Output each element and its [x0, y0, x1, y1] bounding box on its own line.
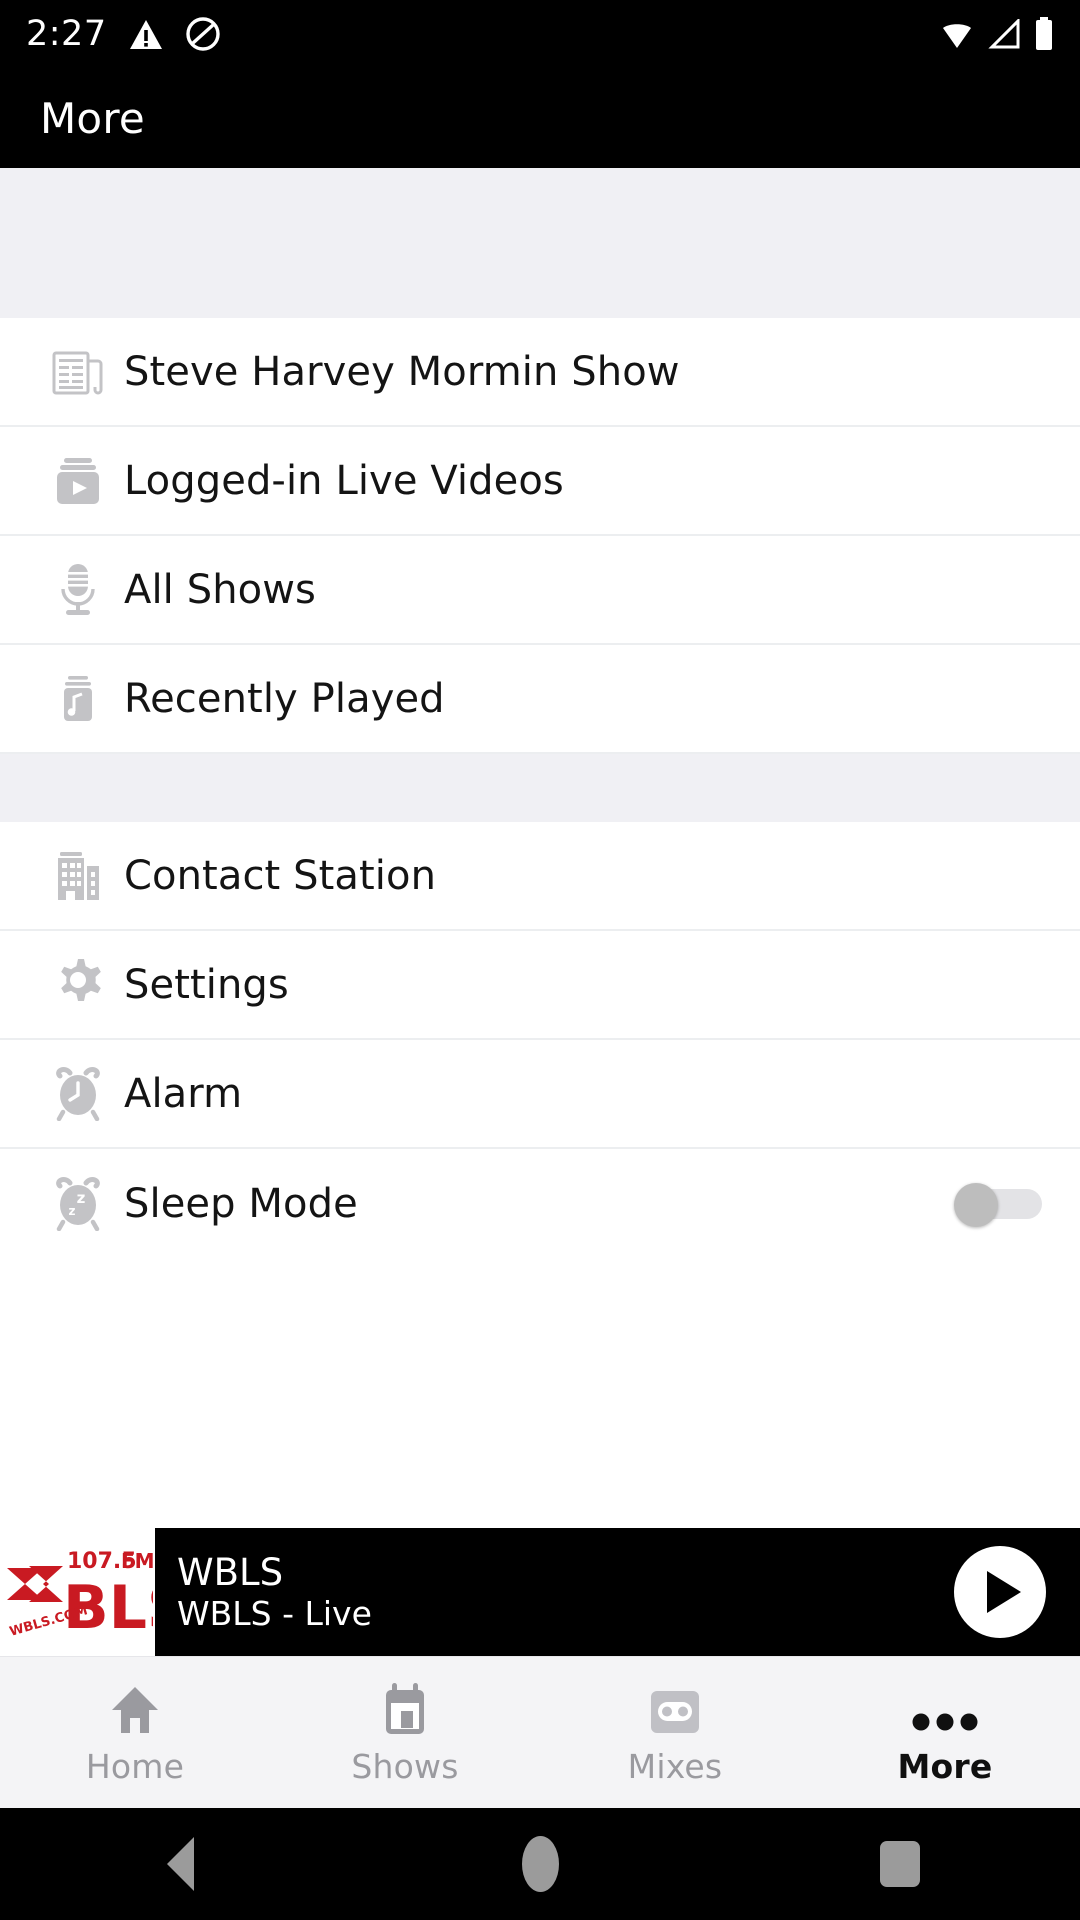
sleep-clock-icon: z z: [50, 1176, 106, 1232]
nav-tab-label: Home: [85, 1747, 185, 1786]
newspaper-icon: [50, 344, 106, 400]
menu-item-label: Settings: [124, 961, 289, 1008]
bottom-navigation: Home Shows Mixes More: [0, 1656, 1080, 1808]
menu-item-sleep-mode[interactable]: z z Sleep Mode: [0, 1149, 1080, 1258]
do-not-disturb-icon: [185, 16, 221, 52]
alarm-clock-icon: [50, 1066, 106, 1122]
nav-tab-mixes[interactable]: Mixes: [540, 1657, 810, 1808]
nav-tab-shows[interactable]: Shows: [270, 1657, 540, 1808]
station-logo: 107.5 FM BLS WBLS.COM: [0, 1528, 155, 1656]
recents-square-icon: [880, 1841, 920, 1887]
svg-text:z: z: [77, 1189, 86, 1207]
status-bar-clock: 2:27: [26, 13, 107, 54]
warning-triangle-icon: [129, 19, 163, 49]
home-icon: [108, 1679, 162, 1735]
menu-item-steve-harvey-mormin-show[interactable]: Steve Harvey Mormin Show: [0, 318, 1080, 427]
wifi-icon: [940, 19, 974, 49]
menu-item-contact-station[interactable]: Contact Station: [0, 822, 1080, 931]
building-icon: [50, 848, 106, 904]
back-triangle-icon: [166, 1837, 194, 1891]
menu-item-settings[interactable]: Settings: [0, 931, 1080, 1040]
battery-icon: [1034, 17, 1054, 51]
android-recents-button[interactable]: [720, 1841, 1080, 1887]
nav-tab-label: Shows: [351, 1747, 459, 1786]
menu-item-logged-in-live-videos[interactable]: Logged-in Live Videos: [0, 427, 1080, 536]
section-spacer-top: [0, 168, 1080, 318]
toggle-thumb: [954, 1182, 998, 1227]
section-spacer-middle: [0, 754, 1080, 822]
music-note-box-icon: [50, 671, 106, 727]
mini-player[interactable]: 107.5 FM BLS WBLS.COM WBLS WBLS - Live: [0, 1528, 1080, 1656]
player-station-title: WBLS: [177, 1551, 284, 1594]
play-button[interactable]: [954, 1546, 1046, 1638]
video-box-icon: [50, 453, 106, 509]
menu-item-label: Steve Harvey Mormin Show: [124, 348, 680, 395]
svg-text:FM: FM: [121, 1549, 153, 1573]
home-circle-icon: [521, 1836, 559, 1892]
svg-text:z: z: [69, 1204, 76, 1218]
menu-item-alarm[interactable]: Alarm: [0, 1040, 1080, 1149]
cellular-signal-icon: [988, 19, 1020, 49]
calendar-icon: [381, 1679, 429, 1735]
android-back-button[interactable]: [0, 1837, 360, 1891]
sleep-mode-toggle[interactable]: [954, 1182, 1042, 1227]
menu-item-label: Sleep Mode: [124, 1180, 358, 1227]
microphone-icon: [50, 562, 106, 618]
android-home-button[interactable]: [360, 1836, 720, 1892]
nav-tab-home[interactable]: Home: [0, 1657, 270, 1808]
menu-list: Steve Harvey Mormin Show Logged-in Live …: [0, 168, 1080, 1638]
menu-item-label: Contact Station: [124, 852, 437, 899]
ellipsis-icon: [912, 1679, 978, 1735]
wbls-logo-graphic: 107.5 FM BLS WBLS.COM: [6, 1549, 153, 1643]
app-header: More: [0, 68, 1080, 168]
player-now-playing: WBLS - Live: [177, 1594, 372, 1633]
nav-tab-label: Mixes: [627, 1747, 723, 1786]
play-icon: [987, 1571, 1021, 1613]
player-metadata: WBLS WBLS - Live: [177, 1554, 372, 1630]
app-screen: 2:27 More Steve Harvey Mormin Show Logge…: [0, 0, 1080, 1920]
status-bar: 2:27: [0, 0, 1080, 68]
cassette-icon: [649, 1679, 701, 1735]
menu-item-label: Logged-in Live Videos: [124, 457, 564, 504]
menu-item-all-shows[interactable]: All Shows: [0, 536, 1080, 645]
gear-icon: [50, 957, 106, 1013]
menu-item-label: Recently Played: [124, 675, 445, 722]
nav-tab-more[interactable]: More: [810, 1657, 1080, 1808]
status-bar-right: [940, 17, 1054, 51]
android-navigation-bar: [0, 1808, 1080, 1920]
player-info-strip: WBLS WBLS - Live: [155, 1528, 1080, 1656]
page-title: More: [40, 93, 145, 143]
status-bar-left: 2:27: [26, 16, 221, 52]
menu-item-recently-played[interactable]: Recently Played: [0, 645, 1080, 754]
menu-item-label: All Shows: [124, 566, 316, 613]
nav-tab-label: More: [897, 1747, 993, 1786]
menu-item-label: Alarm: [124, 1070, 243, 1117]
